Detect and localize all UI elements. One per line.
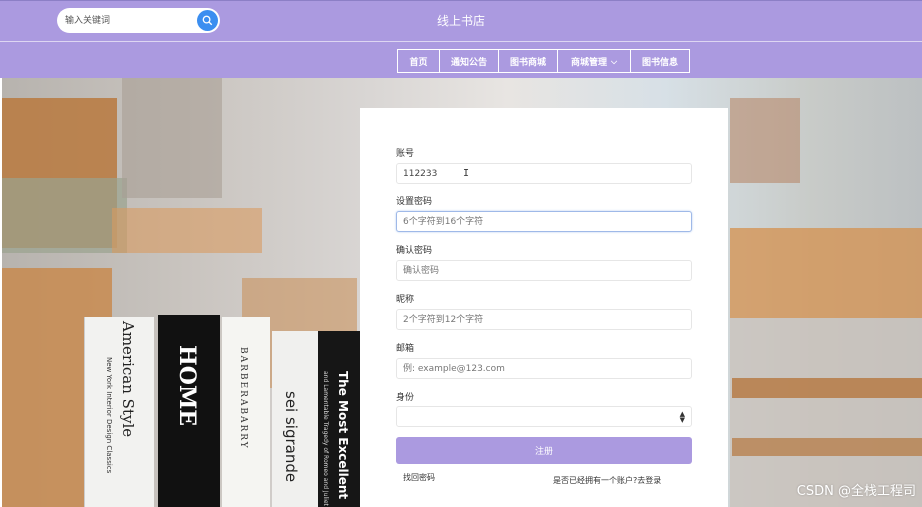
top-header: 线上书店 bbox=[0, 0, 922, 41]
email-label: 邮箱 bbox=[396, 344, 415, 354]
shelf-block bbox=[730, 228, 922, 318]
shelf-block bbox=[730, 98, 800, 183]
nav-bar: 首页 通知公告 图书商城 商城管理 ⌵ 图书信息 bbox=[0, 41, 922, 78]
text-cursor-icon: I bbox=[463, 168, 470, 179]
confirm-password-field[interactable] bbox=[396, 260, 692, 281]
password-field[interactable] bbox=[396, 211, 692, 232]
chevron-down-icon: ⌵ bbox=[610, 55, 618, 66]
nav-item-notices[interactable]: 通知公告 bbox=[439, 49, 499, 73]
shelf-block bbox=[732, 438, 922, 456]
nav-item-mall-management[interactable]: 商城管理 ⌵ bbox=[557, 49, 631, 73]
nav-item-book-info[interactable]: 图书信息 bbox=[630, 49, 690, 73]
account-label: 账号 bbox=[396, 149, 415, 159]
shelf-block bbox=[2, 178, 127, 253]
book-american-style: American Style New York Interior Design … bbox=[84, 317, 154, 507]
login-link[interactable]: 是否已经拥有一个账户?去登录 bbox=[553, 475, 661, 486]
book-the-most-excellent: The Most Excellent and Lamentable Traged… bbox=[318, 331, 362, 507]
confirm-password-label: 确认密码 bbox=[396, 246, 433, 256]
book-sei-sigrande: sei sigrande bbox=[272, 331, 318, 507]
select-arrows-icon: ▲ ▼ bbox=[679, 410, 685, 424]
password-label: 设置密码 bbox=[396, 197, 433, 207]
shelf-block bbox=[730, 318, 922, 507]
shelf-block bbox=[112, 208, 262, 253]
register-panel: 账号 I 设置密码 确认密码 昵称 邮箱 身份 ▲▼ 注册 找回密码 是否已经拥… bbox=[360, 108, 728, 507]
book-home: HOME bbox=[158, 315, 220, 507]
main-nav: 首页 通知公告 图书商城 商城管理 ⌵ 图书信息 bbox=[397, 49, 690, 73]
shelf-block bbox=[732, 378, 922, 398]
book-barbera: BARBERABARRY bbox=[222, 317, 270, 507]
register-button[interactable]: 注册 bbox=[396, 437, 692, 464]
nickname-field[interactable] bbox=[396, 309, 692, 330]
nav-item-bookstore[interactable]: 图书商城 bbox=[498, 49, 558, 73]
role-label: 身份 bbox=[396, 393, 415, 403]
nav-item-home[interactable]: 首页 bbox=[397, 49, 440, 73]
site-title: 线上书店 bbox=[436, 14, 485, 28]
shelf-block bbox=[122, 78, 222, 198]
role-select[interactable]: ▲ ▼ bbox=[396, 406, 692, 427]
csdn-watermark: CSDN @全栈工程司 bbox=[796, 484, 916, 499]
forgot-password-link[interactable]: 找回密码 bbox=[403, 472, 435, 483]
nickname-label: 昵称 bbox=[396, 295, 415, 305]
account-field[interactable] bbox=[396, 163, 692, 184]
email-field[interactable] bbox=[396, 358, 692, 379]
